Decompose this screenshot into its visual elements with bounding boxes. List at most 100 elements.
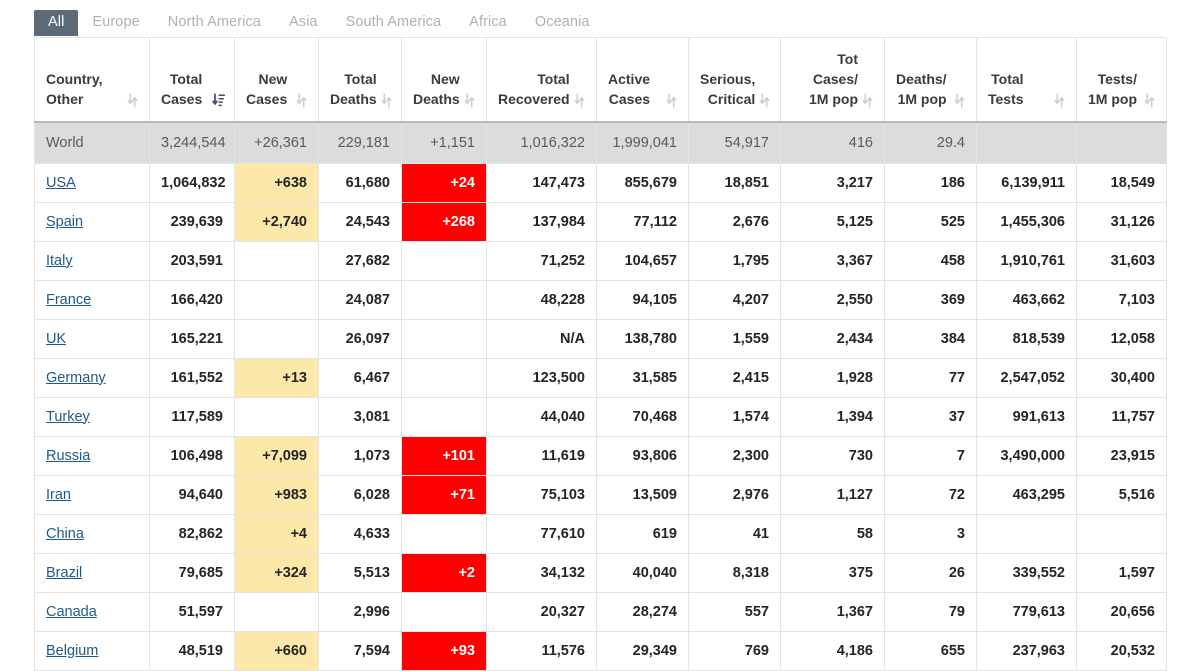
cell-total_recovered: 20,327 [486, 591, 597, 632]
cell-tot_cases_1m: 3,217 [780, 162, 885, 203]
column-header-country[interactable]: Country, Other [34, 37, 150, 123]
world-cell-total_cases: 3,244,544 [149, 121, 235, 164]
cell-tests_1m: 7,103 [1076, 279, 1167, 320]
cell-new_cases: +638 [234, 162, 319, 203]
column-header-label: New Cases [246, 71, 288, 107]
world-cell-new_deaths: +1,151 [401, 121, 487, 164]
country-link[interactable]: Turkey [46, 409, 90, 425]
tab-south-america[interactable]: South America [332, 10, 456, 36]
cell-serious_critical: 769 [688, 630, 781, 671]
column-header-tot_cases_1m[interactable]: Tot Cases/1M pop [780, 37, 885, 123]
sort-both-icon[interactable] [759, 93, 770, 108]
column-header-label: Country, Other [46, 71, 103, 107]
cell-deaths_1m: 186 [884, 162, 977, 203]
column-header-new_deaths[interactable]: New Deaths [401, 37, 487, 123]
column-header-label: Total Cases [161, 71, 203, 107]
sort-both-icon[interactable] [574, 93, 585, 108]
country-link[interactable]: Germany [46, 370, 106, 386]
column-header-total_tests[interactable]: Total Tests [976, 37, 1077, 123]
sort-both-icon[interactable] [464, 93, 475, 108]
country-link[interactable]: Italy [46, 253, 73, 269]
cell-total_recovered: 75,103 [486, 474, 597, 515]
table-row: USA 1,064,832 +638 61,680 +24 147,473 855,679 1… [34, 162, 1167, 203]
cell-deaths_1m: 77 [884, 357, 977, 398]
sort-descending-active-icon[interactable] [212, 93, 225, 108]
cell-total_recovered: 34,132 [486, 552, 597, 593]
cell-total_tests: 463,662 [976, 279, 1077, 320]
column-header-tests_1m[interactable]: Tests/1M pop [1076, 37, 1167, 123]
sort-both-icon[interactable] [381, 93, 392, 108]
tab-europe[interactable]: Europe [78, 10, 153, 36]
country-cell: Russia [34, 435, 150, 476]
country-cell: USA [34, 162, 150, 203]
cell-new_deaths: +93 [401, 630, 487, 671]
region-tabs[interactable]: All Europe North America Asia South America A… [34, 10, 1150, 37]
column-header-total_recovered[interactable]: Total Recovered [486, 37, 597, 123]
cell-serious_critical: 18,851 [688, 162, 781, 203]
country-link[interactable]: China [46, 526, 84, 542]
country-link[interactable]: Belgium [46, 643, 98, 659]
cell-serious_critical: 41 [688, 513, 781, 554]
column-header-total_deaths[interactable]: Total Deaths [318, 37, 402, 123]
country-link[interactable]: UK [46, 331, 66, 347]
world-cell-country: World [34, 121, 150, 164]
tab-all[interactable]: All [34, 10, 79, 36]
country-link[interactable]: Iran [46, 487, 71, 503]
column-header-serious_critical[interactable]: Serious, Critical [688, 37, 781, 123]
cell-total_recovered: 11,576 [486, 630, 597, 671]
country-link[interactable]: France [46, 292, 91, 308]
cell-new_cases [234, 240, 319, 281]
country-link[interactable]: Spain [46, 214, 83, 230]
country-link[interactable]: USA [46, 175, 76, 191]
cell-tot_cases_1m: 4,186 [780, 630, 885, 671]
sort-both-icon[interactable] [1144, 93, 1155, 108]
sort-both-icon[interactable] [1054, 93, 1065, 108]
column-header-label: Total Recovered [498, 71, 570, 107]
tab-asia[interactable]: Asia [275, 10, 332, 36]
column-header-deaths_1m[interactable]: Deaths/1M pop [884, 37, 977, 123]
sort-both-icon[interactable] [296, 93, 307, 108]
sort-both-icon[interactable] [127, 93, 138, 108]
column-header-label: Total Deaths [330, 71, 377, 107]
country-link[interactable]: Russia [46, 448, 90, 464]
table-row: Brazil 79,685 +324 5,513 +2 34,132 40,040 8,318… [34, 552, 1167, 593]
table-header-row: Country, Other Total Cases New Cases Total Deat… [34, 37, 1167, 123]
table-row: France 166,420 24,087 48,228 94,105 4,207 2,55… [34, 279, 1167, 320]
world-cell-tests_1m [1076, 121, 1167, 164]
cell-new_deaths [401, 279, 487, 320]
world-cell-total_deaths: 229,181 [318, 121, 402, 164]
column-header-total_cases[interactable]: Total Cases [149, 37, 235, 123]
sort-both-icon[interactable] [954, 93, 965, 108]
column-header-new_cases[interactable]: New Cases [234, 37, 319, 123]
column-header-label: New Deaths [413, 71, 460, 107]
cell-new_deaths: +101 [401, 435, 487, 476]
cell-deaths_1m: 655 [884, 630, 977, 671]
cell-total_recovered: 123,500 [486, 357, 597, 398]
cell-total_deaths: 1,073 [318, 435, 402, 476]
cell-serious_critical: 557 [688, 591, 781, 632]
sort-both-icon[interactable] [862, 93, 873, 108]
cell-total_cases: 161,552 [149, 357, 235, 398]
cell-total_cases: 203,591 [149, 240, 235, 281]
cell-total_tests: 991,613 [976, 396, 1077, 437]
sort-both-icon[interactable] [666, 93, 677, 108]
cell-serious_critical: 2,415 [688, 357, 781, 398]
cell-new_cases: +324 [234, 552, 319, 593]
country-link[interactable]: Brazil [46, 565, 82, 581]
tab-north-america[interactable]: North America [154, 10, 275, 36]
cell-new_cases [234, 279, 319, 320]
tab-oceania[interactable]: Oceania [521, 10, 604, 36]
cell-total_cases: 51,597 [149, 591, 235, 632]
cell-total_deaths: 2,996 [318, 591, 402, 632]
tab-africa[interactable]: Africa [455, 10, 521, 36]
country-link[interactable]: Canada [46, 604, 97, 620]
cell-tests_1m: 12,058 [1076, 318, 1167, 359]
column-header-active_cases[interactable]: Active Cases [596, 37, 689, 123]
world-cell-tot_cases_1m: 416 [780, 121, 885, 164]
cell-serious_critical: 2,676 [688, 201, 781, 242]
cell-total_tests: 1,910,761 [976, 240, 1077, 281]
column-header-label: Active Cases [608, 71, 651, 107]
country-cell: Belgium [34, 630, 150, 671]
cell-total_recovered: 147,473 [486, 162, 597, 203]
table-row: UK 165,221 26,097 N/A 138,780 1,559 2,434 384 81… [34, 318, 1167, 359]
